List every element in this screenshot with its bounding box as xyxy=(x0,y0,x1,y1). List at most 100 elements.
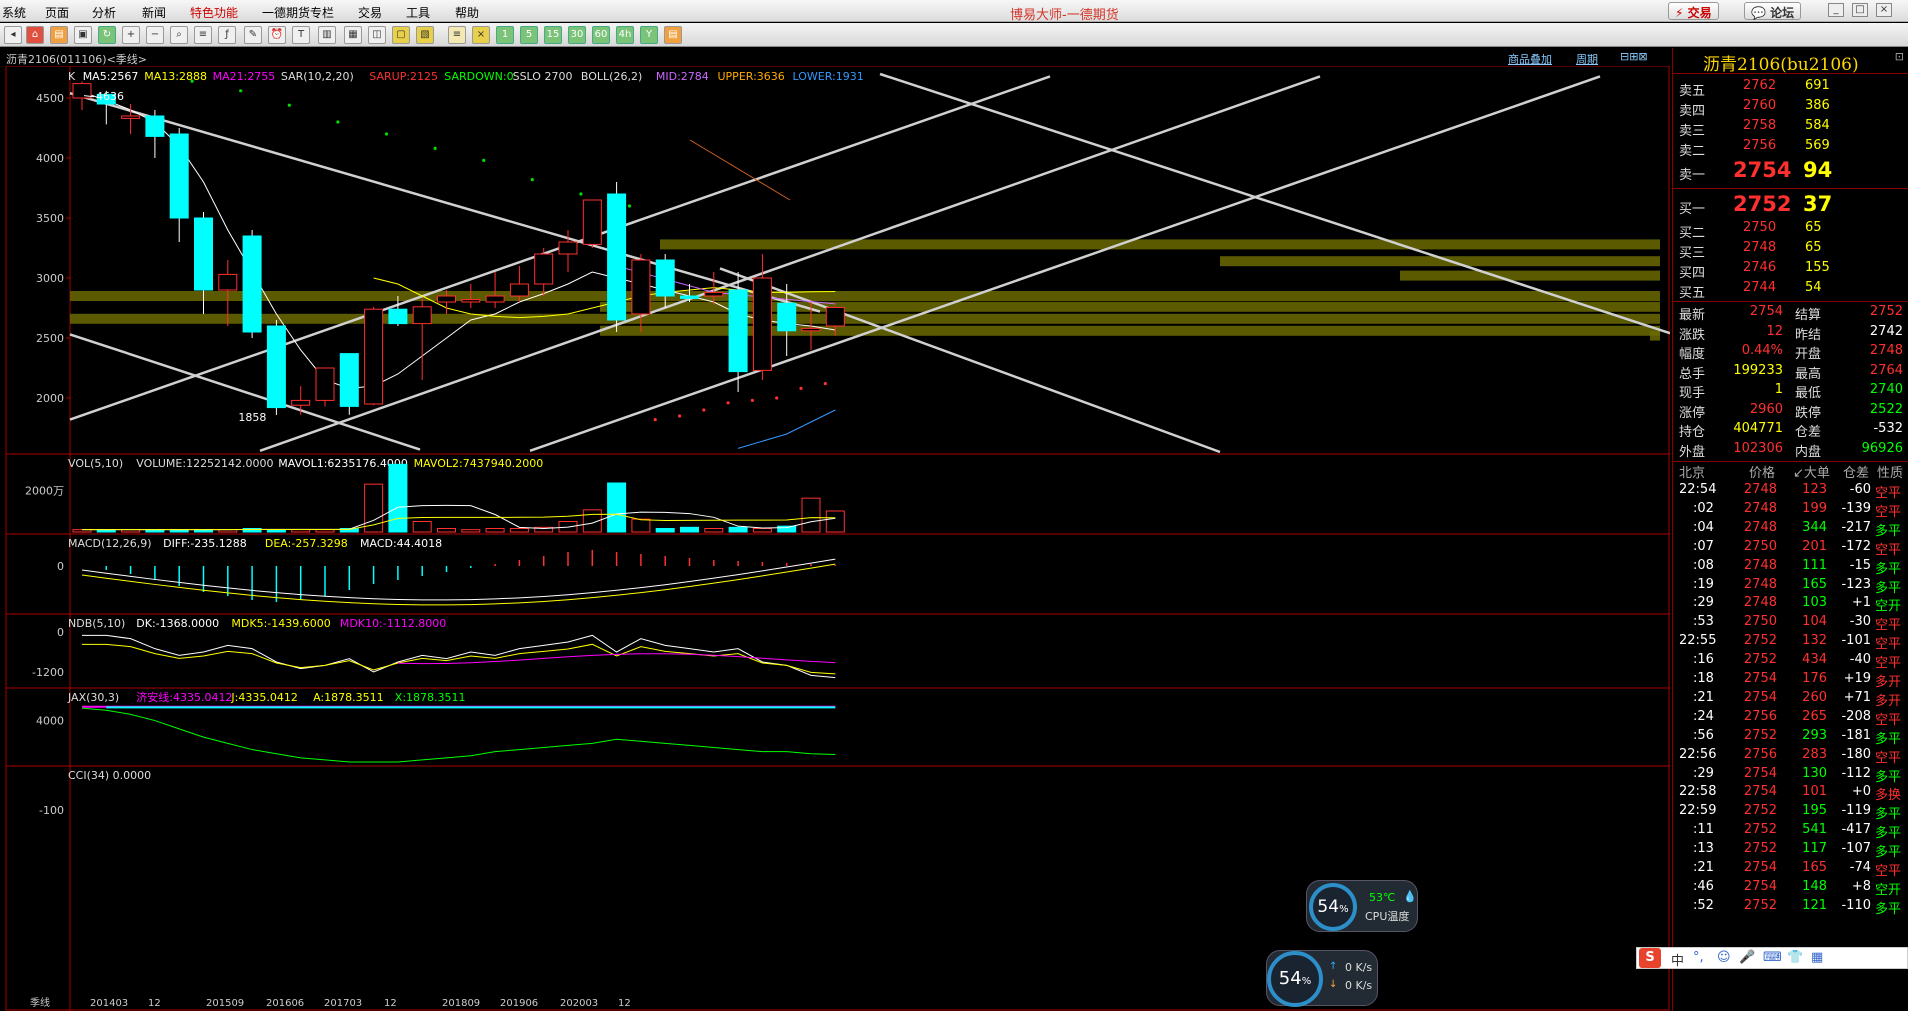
tick-price: 2752 xyxy=(1743,897,1777,913)
menu-analysis[interactable]: 分析 xyxy=(92,4,116,21)
kline-indicator-text: SAR(10,2,20) xyxy=(281,70,354,83)
stat-label: 涨停 xyxy=(1679,405,1706,421)
trend-line xyxy=(259,75,1321,452)
period-60-button[interactable]: 60 xyxy=(592,26,610,44)
stat-label: 外盘 xyxy=(1679,444,1706,460)
period-year-button[interactable]: Y xyxy=(640,26,658,44)
layout-icon[interactable]: ⊟⊞⊠ xyxy=(1620,50,1648,63)
maximize-icon[interactable]: □ xyxy=(1852,3,1868,17)
home-icon[interactable]: ⌂ xyxy=(26,26,44,44)
candle-body xyxy=(825,307,845,327)
tick-price: 2748 xyxy=(1743,482,1777,497)
network-widget[interactable]: 54% ↑ 0 K/s ↓ 0 K/s xyxy=(1266,950,1378,1007)
menu-trade[interactable]: 交易 xyxy=(358,4,382,21)
minimize-icon[interactable]: _ xyxy=(1828,3,1844,17)
tick-oi-change: +1 xyxy=(1851,595,1871,611)
tick-time: 22:59 xyxy=(1679,803,1717,819)
stat-label: 最低 xyxy=(1795,386,1822,401)
ask-label: 卖二 xyxy=(1679,144,1706,159)
list-icon[interactable]: ≡ xyxy=(194,26,212,44)
ime-skin-icon[interactable]: 👕 xyxy=(1787,950,1803,965)
period-1-button[interactable]: 1 xyxy=(496,26,514,44)
report-icon[interactable]: ▤ xyxy=(664,26,682,44)
back-icon[interactable]: ◂ xyxy=(4,26,22,44)
forum-button[interactable]: 💬 论坛 xyxy=(1744,2,1802,20)
stat-value: 2522 xyxy=(1869,401,1903,417)
search-icon[interactable]: ⌕ xyxy=(170,26,188,44)
tick-volume: 195 xyxy=(1802,803,1827,819)
split-icon[interactable]: ◫ xyxy=(368,26,386,44)
ime-punct-icon[interactable]: °, xyxy=(1693,950,1704,965)
forum-button-label: 论坛 xyxy=(1770,6,1795,20)
ime-emoji-icon[interactable]: ☺ xyxy=(1717,950,1731,965)
period-30-button[interactable]: 30 xyxy=(568,26,586,44)
zoom-out-icon[interactable]: − xyxy=(146,26,164,44)
folder-icon[interactable]: ▤ xyxy=(50,26,68,44)
stat-label: 持仓 xyxy=(1679,425,1706,440)
menu-system[interactable]: 系统 xyxy=(2,4,26,21)
ndb-indicator-text: MDK5:-1439.6000 xyxy=(231,617,330,630)
kline-indicator-text: MA21:2755 xyxy=(213,70,276,83)
ime-menu-icon[interactable]: ▦ xyxy=(1811,950,1823,965)
jax-indicator-text: 济安线:4335.0412 xyxy=(136,690,232,704)
alarm-icon[interactable]: ⏰ xyxy=(268,26,286,44)
draw-icon[interactable]: ✎ xyxy=(244,26,262,44)
bid-volume: 54 xyxy=(1805,280,1822,295)
chart-svg[interactable]: 4500 4000 3500 3000 2500 2000 4636 1858 K MA5:256… xyxy=(0,66,1670,1011)
macd-indicator-text: MACD(12,26,9) xyxy=(68,537,152,550)
indicator-icon[interactable]: ƒ xyxy=(218,26,236,44)
jax-indicator-text: J:4335.0412 xyxy=(230,691,297,704)
ndb-indicator-text: NDB(5,10) xyxy=(68,617,125,630)
tick-time: :13 xyxy=(1693,841,1714,857)
period-bar-icon[interactable]: ≡ xyxy=(448,26,466,44)
vol-indicator-text: VOLUME:12252142.0000 xyxy=(136,457,273,470)
candle-body xyxy=(655,259,675,297)
low-price-label: 1858 xyxy=(238,411,266,424)
crosshair-icon[interactable]: × xyxy=(472,26,490,44)
ask-label: 卖四 xyxy=(1679,104,1706,119)
refresh-icon[interactable]: ↻ xyxy=(98,26,116,44)
menu-column[interactable]: 一德期货专栏 xyxy=(262,4,334,21)
stat-value: 2752 xyxy=(1869,304,1903,319)
close-icon[interactable]: × xyxy=(1876,3,1892,17)
trade-button[interactable]: ⚡ 交易 xyxy=(1668,2,1719,20)
sar-dot xyxy=(702,408,706,412)
cpu-widget[interactable]: 54% 53℃ 💧 CPU温度 xyxy=(1306,880,1418,932)
ime-keyboard-icon[interactable]: ⌨ xyxy=(1763,950,1782,965)
stat-value: 2960 xyxy=(1749,401,1783,417)
calendar-icon[interactable]: ▧ xyxy=(416,26,434,44)
kline-indicator-text: MA13:2888 xyxy=(144,70,207,83)
grid-icon[interactable]: ▦ xyxy=(344,26,362,44)
book-divider xyxy=(1673,188,1908,189)
stat-value: 96926 xyxy=(1861,440,1903,456)
tick-nature: 空平 xyxy=(1875,656,1902,672)
sar-dot xyxy=(775,396,779,400)
zoom-in-icon[interactable]: + xyxy=(122,26,140,44)
menu-page[interactable]: 页面 xyxy=(45,4,69,21)
candle-body xyxy=(777,302,797,332)
menu-features[interactable]: 特色功能 xyxy=(190,4,238,21)
chart-type-icon[interactable]: ▥ xyxy=(318,26,336,44)
period-15-button[interactable]: 15 xyxy=(544,26,562,44)
panel-toggle-icon[interactable]: ⊡ xyxy=(1895,50,1904,63)
tick-volume: 123 xyxy=(1802,482,1827,497)
menu-tools[interactable]: 工具 xyxy=(406,4,430,21)
overlay-link[interactable]: 商品叠加 xyxy=(1508,51,1552,67)
tick-time: 22:55 xyxy=(1679,633,1717,649)
menu-news[interactable]: 新闻 xyxy=(142,4,166,21)
period-link[interactable]: 周期 xyxy=(1576,51,1598,67)
ime-lang[interactable]: 中 xyxy=(1671,950,1684,969)
ime-toolbar[interactable]: S 中 °, ☺ 🎤 ⌨ 👕 ▦ xyxy=(1636,947,1908,969)
price-tick-label: 2000 xyxy=(36,392,64,405)
ime-mic-icon[interactable]: 🎤 xyxy=(1739,950,1755,965)
stat-label: 内盘 xyxy=(1795,444,1822,460)
stat-label: 仓差 xyxy=(1795,425,1822,440)
tick-icon[interactable]: T xyxy=(292,26,310,44)
window-icon[interactable]: ▣ xyxy=(74,26,92,44)
window-layout-icon[interactable]: ▢ xyxy=(392,26,410,44)
period-4h-button[interactable]: 4h xyxy=(616,26,634,44)
menu-help[interactable]: 帮助 xyxy=(455,4,479,21)
candle-body xyxy=(315,367,335,401)
candle-body xyxy=(437,295,456,303)
period-5-button[interactable]: 5 xyxy=(520,26,538,44)
